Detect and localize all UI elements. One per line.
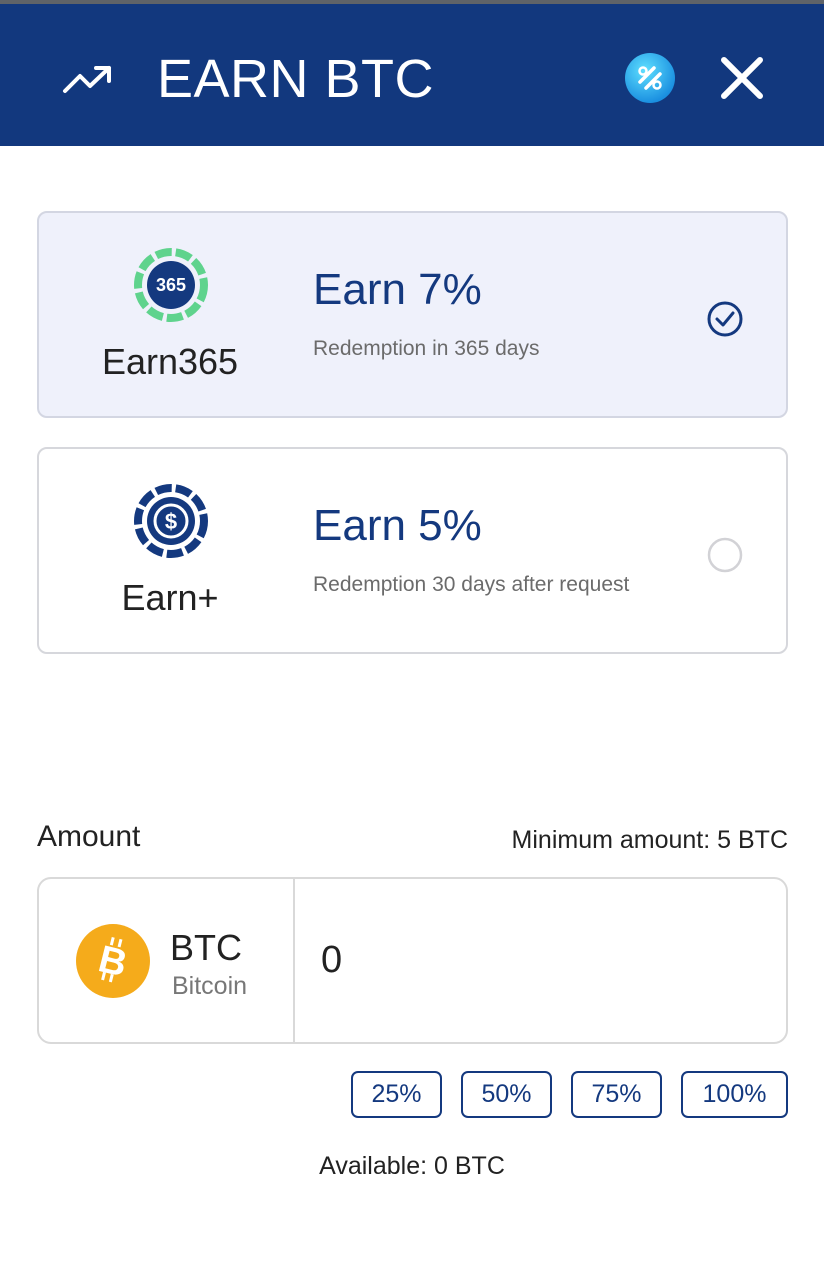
plan-card-earn365[interactable]: 365 Earn365 Earn 7% Redemption in 365 da… xyxy=(37,211,788,418)
plan-description: Redemption 30 days after request xyxy=(313,573,630,596)
percent-50-button[interactable]: 50% xyxy=(461,1071,552,1118)
percent-25-button[interactable]: 25% xyxy=(351,1071,442,1118)
page-title: EARN BTC xyxy=(157,49,435,109)
trending-up-icon xyxy=(63,66,111,93)
earn365-badge-icon: 365 xyxy=(134,248,208,322)
minimum-amount-text: Minimum amount: 5 BTC xyxy=(511,826,788,854)
radio-unselected-icon[interactable] xyxy=(705,535,745,575)
coin-selector[interactable]: B BTC Bitcoin xyxy=(39,879,293,1042)
amount-input[interactable] xyxy=(321,939,761,982)
plan-name: Earn365 xyxy=(101,341,239,382)
amount-box-divider xyxy=(293,879,295,1042)
amount-input-box: B BTC Bitcoin xyxy=(37,877,788,1044)
plan-name: Earn+ xyxy=(121,577,219,618)
svg-text:$: $ xyxy=(165,509,177,534)
plan-rate: Earn 7% xyxy=(313,265,482,314)
percent-75-button[interactable]: 75% xyxy=(571,1071,662,1118)
plan-rate: Earn 5% xyxy=(313,501,482,550)
dollar-coin-icon: $ xyxy=(134,484,208,558)
plan-description: Redemption in 365 days xyxy=(313,337,540,360)
percent-icon[interactable] xyxy=(624,52,676,104)
percent-100-button[interactable]: 100% xyxy=(681,1071,788,1118)
available-balance: Available: 0 BTC xyxy=(319,1152,505,1180)
close-icon[interactable] xyxy=(716,52,768,104)
coin-name: Bitcoin xyxy=(172,972,248,1000)
app-header: EARN BTC xyxy=(0,4,824,146)
coin-symbol: BTC xyxy=(170,927,242,968)
plan-card-earn-plus[interactable]: $ Earn+ Earn 5% Redemption 30 days after… xyxy=(37,447,788,654)
earn365-badge-text: 365 xyxy=(156,275,186,295)
check-circle-icon[interactable] xyxy=(705,299,745,339)
bitcoin-icon: B xyxy=(76,924,150,998)
amount-label: Amount xyxy=(37,820,141,853)
